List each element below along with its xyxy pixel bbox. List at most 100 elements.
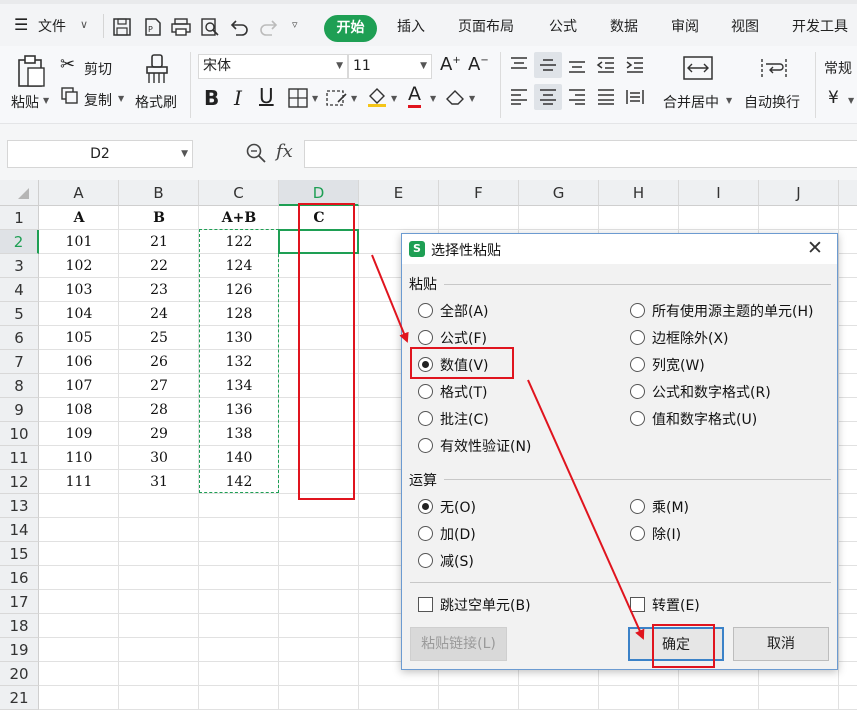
select-all-icon[interactable] <box>18 188 29 199</box>
paste-icon[interactable] <box>14 54 48 88</box>
chevron-down-icon[interactable]: ▼ <box>430 94 436 103</box>
close-icon[interactable]: ✕ <box>807 237 823 259</box>
tab-view[interactable]: 视图 <box>731 16 759 36</box>
align-bottom-icon[interactable] <box>567 56 587 74</box>
row-header-5[interactable]: 5 <box>0 302 39 326</box>
paste-left-radio-5[interactable] <box>418 438 433 453</box>
paste-right-radio-0[interactable] <box>630 303 645 318</box>
row-header-2[interactable]: 2 <box>0 230 39 254</box>
export-pdf-icon[interactable]: P <box>142 17 164 37</box>
row-header-16[interactable]: 16 <box>0 566 39 590</box>
wrap-text-icon[interactable] <box>760 56 788 80</box>
row-header-9[interactable]: 9 <box>0 398 39 422</box>
zoom-icon[interactable] <box>245 142 267 164</box>
row-header-11[interactable]: 11 <box>0 446 39 470</box>
table-cell[interactable]: 25 <box>119 326 199 350</box>
name-box[interactable]: D2 ▼ <box>7 140 193 168</box>
decrease-indent-icon[interactable] <box>596 56 616 74</box>
paste-right-option-label[interactable]: 公式和数字格式(R) <box>652 382 771 402</box>
row-header-3[interactable]: 3 <box>0 254 39 278</box>
column-header-f[interactable]: F <box>439 180 519 206</box>
header-cell[interactable]: A <box>39 206 119 230</box>
chevron-down-icon[interactable]: ▼ <box>118 94 124 103</box>
column-header-h[interactable]: H <box>599 180 679 206</box>
format-painter-button[interactable]: 格式刷 <box>135 92 177 112</box>
column-header-i[interactable]: I <box>679 180 759 206</box>
font-name-select[interactable]: 宋体 ▼ <box>198 54 348 79</box>
paste-right-option-label[interactable]: 列宽(W) <box>652 355 705 375</box>
column-header-g[interactable]: G <box>519 180 599 206</box>
underline-icon[interactable]: U <box>259 84 274 108</box>
operation-left-option-label[interactable]: 减(S) <box>440 551 474 571</box>
row-header-10[interactable]: 10 <box>0 422 39 446</box>
paste-left-option-label[interactable]: 有效性验证(N) <box>440 436 531 456</box>
table-cell[interactable]: 104 <box>39 302 119 326</box>
row-header-15[interactable]: 15 <box>0 542 39 566</box>
transpose-label[interactable]: 转置(E) <box>652 595 700 615</box>
decrease-font-icon[interactable]: A− <box>468 54 489 75</box>
operation-left-radio-2[interactable] <box>418 553 433 568</box>
chevron-down-icon[interactable]: ▼ <box>469 94 475 103</box>
increase-indent-icon[interactable] <box>625 56 645 74</box>
distributed-icon[interactable] <box>625 88 645 106</box>
column-header-a[interactable]: A <box>39 180 119 206</box>
transpose-checkbox[interactable] <box>630 597 645 612</box>
cancel-button[interactable]: 取消 <box>733 627 829 661</box>
cut-button[interactable]: 剪切 <box>84 59 112 79</box>
paste-left-option-label[interactable]: 全部(A) <box>440 301 489 321</box>
column-header-c[interactable]: C <box>199 180 279 206</box>
currency-icon[interactable]: ¥ <box>828 88 839 108</box>
hamburger-icon[interactable]: ☰ <box>14 15 28 34</box>
header-cell[interactable]: A+B <box>199 206 279 230</box>
tab-start[interactable]: 开始 <box>324 15 377 42</box>
align-middle-icon[interactable] <box>538 56 558 74</box>
align-center-icon[interactable] <box>538 88 558 106</box>
header-cell[interactable]: B <box>119 206 199 230</box>
align-top-icon[interactable] <box>509 56 529 74</box>
operation-right-radio-0[interactable] <box>630 499 645 514</box>
number-format-select[interactable]: 常规 <box>824 58 852 78</box>
skip-blanks-checkbox[interactable] <box>418 597 433 612</box>
paste-left-option-label[interactable]: 公式(F) <box>440 328 487 348</box>
paste-link-button[interactable]: 粘贴链接(L) <box>410 627 507 661</box>
column-header-b[interactable]: B <box>119 180 199 206</box>
row-header-8[interactable]: 8 <box>0 374 39 398</box>
table-cell[interactable]: 108 <box>39 398 119 422</box>
table-cell[interactable]: 30 <box>119 446 199 470</box>
table-cell[interactable]: 102 <box>39 254 119 278</box>
table-cell[interactable]: 110 <box>39 446 119 470</box>
scissors-icon[interactable]: ✂ <box>60 54 75 75</box>
eraser-icon[interactable] <box>444 87 466 107</box>
row-header-19[interactable]: 19 <box>0 638 39 662</box>
font-color-icon[interactable]: A <box>408 83 421 108</box>
table-cell[interactable]: 109 <box>39 422 119 446</box>
tab-review[interactable]: 审阅 <box>671 16 699 36</box>
paste-right-option-label[interactable]: 边框除外(X) <box>652 328 729 348</box>
table-cell[interactable]: 107 <box>39 374 119 398</box>
operation-right-option-label[interactable]: 乘(M) <box>652 497 689 517</box>
chevron-down-icon[interactable]: ▼ <box>351 94 357 103</box>
save-icon[interactable] <box>112 17 134 37</box>
row-header-14[interactable]: 14 <box>0 518 39 542</box>
file-menu[interactable]: 文件 <box>38 16 66 36</box>
redo-icon[interactable] <box>258 17 280 37</box>
row-header-20[interactable]: 20 <box>0 662 39 686</box>
operation-left-option-label[interactable]: 无(O) <box>440 497 476 517</box>
print-icon[interactable] <box>170 17 192 37</box>
operation-right-option-label[interactable]: 除(I) <box>652 524 681 544</box>
fill-color-icon[interactable] <box>366 86 388 108</box>
formula-input[interactable] <box>304 140 857 168</box>
table-cell[interactable]: 111 <box>39 470 119 494</box>
paste-right-radio-2[interactable] <box>630 357 645 372</box>
table-cell[interactable]: 28 <box>119 398 199 422</box>
table-cell[interactable]: 101 <box>39 230 119 254</box>
operation-left-radio-1[interactable] <box>418 526 433 541</box>
row-header-7[interactable]: 7 <box>0 350 39 374</box>
paste-left-option-label[interactable]: 批注(C) <box>440 409 489 429</box>
row-header-4[interactable]: 4 <box>0 278 39 302</box>
copy-button[interactable]: 复制 <box>84 90 112 110</box>
align-right-icon[interactable] <box>567 88 587 106</box>
operation-left-radio-0[interactable] <box>418 499 433 514</box>
select-all-corner[interactable] <box>0 180 39 206</box>
table-cell[interactable]: 21 <box>119 230 199 254</box>
